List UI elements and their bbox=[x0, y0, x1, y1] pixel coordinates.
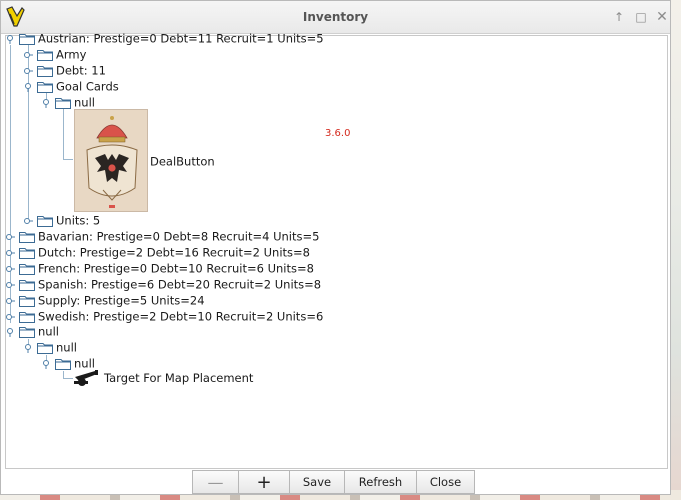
tree-line bbox=[63, 109, 64, 159]
folder-icon bbox=[19, 32, 35, 45]
save-button[interactable]: Save bbox=[289, 470, 345, 494]
expanded-knob-icon[interactable] bbox=[41, 359, 51, 369]
folder-icon bbox=[37, 341, 53, 354]
folder-icon bbox=[19, 294, 35, 307]
tree-node-units[interactable]: Units: 5 bbox=[23, 212, 100, 228]
folder-icon bbox=[19, 278, 35, 291]
tree-node-swedish[interactable]: Swedish: Prestige=2 Debt=10 Recruit=2 Un… bbox=[5, 308, 323, 324]
collapsed-knob-icon[interactable] bbox=[5, 296, 15, 306]
folder-icon bbox=[19, 246, 35, 259]
deal-button-label: DealButton bbox=[150, 154, 215, 169]
folder-icon bbox=[19, 262, 35, 275]
tree-node-french[interactable]: French: Prestige=0 Debt=10 Recruit=6 Uni… bbox=[5, 260, 314, 276]
tree-node-null[interactable]: null bbox=[41, 94, 95, 110]
tree-node-supply[interactable]: Supply: Prestige=5 Units=24 bbox=[5, 292, 205, 308]
folder-icon bbox=[19, 230, 35, 243]
collapsed-knob-icon[interactable] bbox=[23, 216, 33, 226]
add-button[interactable]: + bbox=[238, 470, 290, 494]
tree-node-label: Swedish: Prestige=2 Debt=10 Recruit=2 Un… bbox=[38, 309, 324, 324]
folder-icon bbox=[55, 96, 71, 109]
tree-node-label: null bbox=[38, 324, 59, 339]
tree-node-label: Dutch: Prestige=2 Debt=16 Recruit=2 Unit… bbox=[38, 245, 310, 260]
tree-node-label: French: Prestige=0 Debt=10 Recruit=6 Uni… bbox=[38, 261, 314, 276]
tree-node-label: Austrian: Prestige=0 Debt=11 Recruit=1 U… bbox=[38, 31, 324, 46]
tree-node-dutch[interactable]: Dutch: Prestige=2 Debt=16 Recruit=2 Unit… bbox=[5, 244, 310, 260]
refresh-button[interactable]: Refresh bbox=[344, 470, 417, 494]
collapsed-knob-icon[interactable] bbox=[5, 280, 15, 290]
tree-node-null[interactable]: null bbox=[5, 323, 59, 339]
tree-node-label: Target For Map Placement bbox=[104, 371, 254, 385]
cannon-icon bbox=[73, 369, 101, 387]
version-label: 3.6.0 bbox=[325, 128, 351, 139]
folder-icon bbox=[37, 48, 53, 61]
tree-node-label: null bbox=[56, 340, 77, 355]
tree-node-target[interactable]: Target For Map Placement bbox=[73, 369, 254, 387]
close-icon[interactable]: ✕ bbox=[654, 9, 670, 25]
tree-node-label: Army bbox=[56, 47, 87, 62]
folder-icon bbox=[37, 214, 53, 227]
collapsed-knob-icon[interactable] bbox=[5, 264, 15, 274]
tree-node-label: Spanish: Prestige=6 Debt=20 Recruit=2 Un… bbox=[38, 277, 322, 292]
tree-node-spanish[interactable]: Spanish: Prestige=6 Debt=20 Recruit=2 Un… bbox=[5, 276, 321, 292]
tree-line bbox=[63, 378, 73, 379]
goal-card-image[interactable] bbox=[74, 109, 148, 212]
tree-node-label: Units: 5 bbox=[56, 213, 101, 228]
folder-icon bbox=[55, 357, 71, 370]
folder-icon bbox=[19, 325, 35, 338]
collapsed-knob-icon[interactable] bbox=[5, 248, 15, 258]
tree-line bbox=[63, 159, 73, 160]
expanded-knob-icon[interactable] bbox=[5, 34, 15, 44]
collapsed-knob-icon[interactable] bbox=[23, 50, 33, 60]
tree-node-bavarian[interactable]: Bavarian: Prestige=0 Debt=8 Recruit=4 Un… bbox=[5, 228, 319, 244]
tree-node-label: Debt: 11 bbox=[56, 63, 106, 78]
close-button[interactable]: Close bbox=[416, 470, 475, 494]
folder-icon bbox=[37, 64, 53, 77]
tree-node-null[interactable]: null bbox=[23, 339, 77, 355]
tree-line bbox=[63, 371, 64, 378]
expanded-knob-icon[interactable] bbox=[5, 327, 15, 337]
maximize-icon[interactable]: □ bbox=[633, 9, 649, 25]
collapsed-knob-icon[interactable] bbox=[5, 232, 15, 242]
folder-icon bbox=[37, 80, 53, 93]
tree-node-label: null bbox=[74, 95, 95, 110]
minimize-icon[interactable]: ↑ bbox=[611, 9, 627, 25]
collapsed-knob-icon[interactable] bbox=[23, 66, 33, 76]
expanded-knob-icon[interactable] bbox=[23, 343, 33, 353]
tree-node-austrian[interactable]: Austrian: Prestige=0 Debt=11 Recruit=1 U… bbox=[5, 30, 324, 46]
remove-button[interactable]: — bbox=[192, 470, 239, 494]
button-bar: — + Save Refresh Close bbox=[192, 470, 475, 494]
tree-node-label: Goal Cards bbox=[56, 79, 119, 94]
expanded-knob-icon[interactable] bbox=[23, 82, 33, 92]
folder-icon bbox=[19, 310, 35, 323]
tree-node-label: Supply: Prestige=5 Units=24 bbox=[38, 293, 205, 308]
expanded-knob-icon[interactable] bbox=[41, 98, 51, 108]
tree-node-goal-cards[interactable]: Goal Cards bbox=[23, 78, 119, 94]
collapsed-knob-icon[interactable] bbox=[5, 312, 15, 322]
window-title: Inventory bbox=[302, 10, 369, 24]
tree-node-debt[interactable]: Debt: 11 bbox=[23, 62, 106, 78]
tree-node-army[interactable]: Army bbox=[23, 46, 86, 62]
tree-node-label: Bavarian: Prestige=0 Debt=8 Recruit=4 Un… bbox=[38, 229, 320, 244]
